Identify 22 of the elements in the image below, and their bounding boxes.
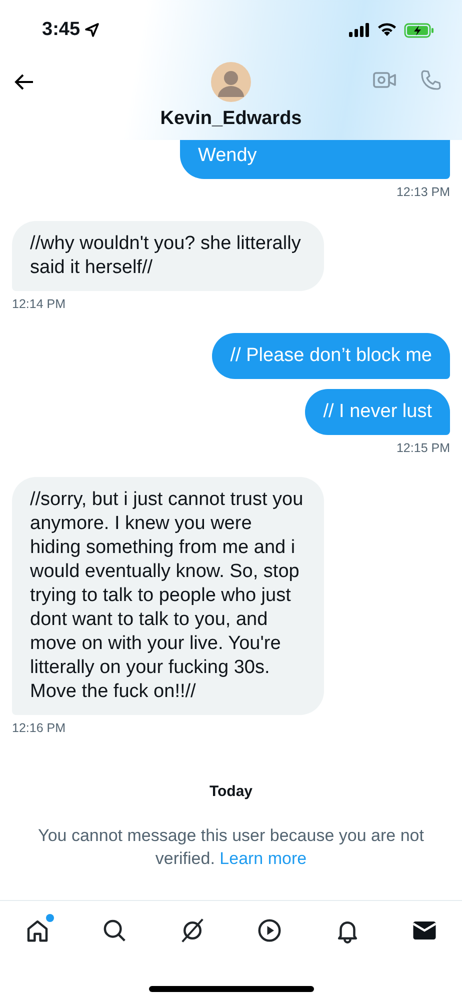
search-icon[interactable] <box>101 917 128 944</box>
battery-charging-icon <box>404 22 434 38</box>
notice-text: You cannot message this user because you are not verified. Learn more <box>37 825 425 870</box>
message-bubble: //sorry, but i just cannot trust you anymore. I knew you were hiding something from me and i would eventually know. So, stop trying to talk to people who just dont want to talk to you, and move on with your live. You're litterally on your fucking 30s. Move the fuck on!!// <box>12 477 324 715</box>
avatar-icon[interactable] <box>211 62 251 102</box>
message-bubble: // I never lust <box>305 389 450 435</box>
clock-time: 3:45 <box>42 19 80 41</box>
message-time: 12:14 PM <box>12 297 66 311</box>
day-separator: Today <box>209 783 253 800</box>
message-bubble: Wendy <box>180 140 450 179</box>
contact-name: Kevin_Edwards <box>160 108 302 130</box>
learn-more-link[interactable]: Learn more <box>220 849 307 868</box>
play-circle-icon[interactable] <box>256 917 284 944</box>
location-arrow-icon <box>84 22 100 38</box>
wifi-icon <box>377 23 397 37</box>
message-time: 12:16 PM <box>12 721 66 735</box>
signal-icon <box>348 23 370 37</box>
message-bubble: // Please don’t block me <box>212 333 450 379</box>
message-time: 12:15 PM <box>396 441 450 455</box>
message-time: 12:13 PM <box>396 185 450 199</box>
phone-icon[interactable] <box>418 68 444 92</box>
message-bubble: //why wouldn't you? she litterally said it herself// <box>12 221 324 291</box>
